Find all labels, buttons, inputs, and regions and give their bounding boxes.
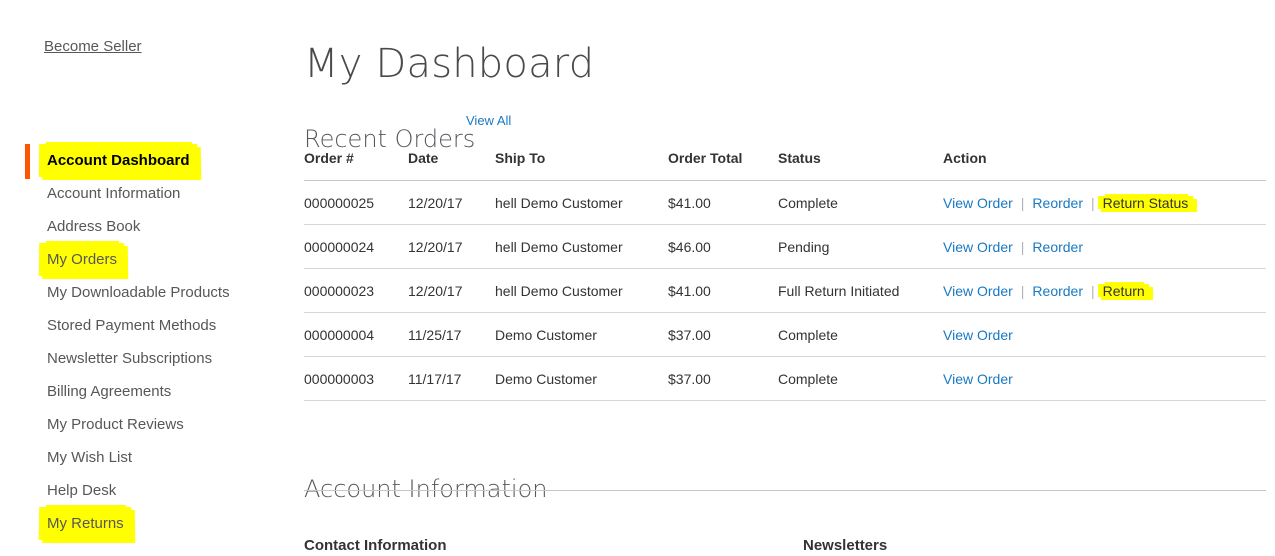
sidebar-item-newsletter-subscriptions[interactable]: Newsletter Subscriptions — [0, 341, 295, 374]
date-cell: 11/17/17 — [408, 356, 495, 401]
date-cell: 12/20/17 — [408, 180, 495, 225]
reorder-link[interactable]: Reorder — [1032, 195, 1083, 211]
sidebar-item-address-book[interactable]: Address Book — [0, 209, 295, 242]
sidebar-item-my-returns[interactable]: My Returns — [0, 505, 295, 543]
sidebar-item-my-downloadable-products[interactable]: My Downloadable Products — [0, 275, 295, 308]
order-total-cell: $46.00 — [668, 224, 778, 269]
action-separator: | — [1091, 282, 1095, 299]
order-total-cell: $37.00 — [668, 356, 778, 401]
sidebar-item-my-downloadable-products-label: My Downloadable Products — [47, 284, 230, 301]
column-header-action: Action — [943, 150, 1266, 181]
sidebar-item-stored-payment-methods[interactable]: Stored Payment Methods — [0, 308, 295, 341]
date-cell: 12/20/17 — [408, 224, 495, 269]
status-cell: Pending — [778, 224, 943, 269]
table-row: 000000004 11/25/17 Demo Customer $37.00 Comp… — [304, 312, 1266, 357]
sidebar-item-account-dashboard-label: Account Dashboard — [47, 152, 190, 169]
table-row: 000000023 12/20/17 hell Demo Customer $41.0… — [304, 268, 1266, 313]
become-seller-link[interactable]: Become Seller — [44, 37, 142, 57]
current-page-marker-bar — [25, 144, 30, 179]
highlight-sidebar-item-account-dashboard: Account Dashboard — [38, 142, 201, 180]
account-nav: Account Dashboard Account Information Addr… — [0, 142, 295, 543]
sidebar-item-billing-agreements[interactable]: Billing Agreements — [0, 374, 295, 407]
reorder-link[interactable]: Reorder — [1032, 283, 1083, 299]
action-cell: View Order | Reorder | Return Status — [943, 180, 1266, 225]
sidebar-item-account-dashboard[interactable]: Account Dashboard — [0, 142, 295, 180]
view-all-orders-link[interactable]: View All — [466, 112, 511, 130]
sidebar-item-account-information[interactable]: Account Information — [0, 176, 295, 209]
account-information-divider — [304, 490, 1266, 491]
view-order-link[interactable]: View Order — [943, 327, 1013, 343]
action-separator: | — [1020, 194, 1025, 211]
table-row: 000000003 11/17/17 Demo Customer $37.00 Comp… — [304, 356, 1266, 401]
sidebar-item-newsletter-subscriptions-label: Newsletter Subscriptions — [47, 350, 213, 367]
table-row: 000000025 12/20/17 hell Demo Customer $41.0… — [304, 180, 1266, 225]
highlight-return-link: Return — [1097, 281, 1153, 300]
status-cell: Complete — [778, 356, 943, 401]
order-number-cell: 000000004 — [304, 312, 408, 357]
sidebar-item-my-product-reviews[interactable]: My Product Reviews — [0, 407, 295, 440]
sidebar-item-my-wish-list[interactable]: My Wish List — [0, 440, 295, 473]
order-number-cell: 000000003 — [304, 356, 408, 401]
view-order-link[interactable]: View Order — [943, 239, 1013, 255]
sidebar-item-help-desk-label: Help Desk — [47, 482, 117, 499]
recent-orders-table: Order # Date Ship To Order Total Status … — [304, 150, 1266, 401]
order-number-cell: 000000023 — [304, 268, 408, 313]
reorder-link[interactable]: Reorder — [1032, 239, 1083, 255]
order-total-cell: $41.00 — [668, 180, 778, 225]
return-status-link-label[interactable]: Return Status — [1103, 195, 1189, 211]
sidebar-item-account-information-label: Account Information — [47, 185, 181, 202]
sidebar-item-billing-agreements-label: Billing Agreements — [47, 383, 172, 400]
status-cell: Complete — [778, 180, 943, 225]
page-title: My Dashboard — [304, 40, 595, 87]
highlight-sidebar-item-my-orders: My Orders — [38, 241, 129, 279]
sidebar-item-my-wish-list-label: My Wish List — [47, 449, 133, 466]
view-order-link[interactable]: View Order — [943, 195, 1013, 211]
sidebar-item-my-returns-label: My Returns — [47, 515, 124, 532]
contact-information-heading: Contact Information — [304, 537, 447, 554]
action-cell: View Order | Reorder — [943, 224, 1266, 269]
order-number-cell: 000000024 — [304, 224, 408, 269]
date-cell: 12/20/17 — [408, 268, 495, 313]
action-separator: | — [1091, 194, 1095, 211]
ship-to-cell: hell Demo Customer — [495, 180, 668, 225]
sidebar-item-my-orders-label: My Orders — [47, 251, 118, 268]
highlight-return-status-link: Return Status — [1097, 193, 1197, 212]
order-total-cell: $37.00 — [668, 312, 778, 357]
action-separator: | — [1020, 282, 1025, 299]
column-header-order: Order # — [304, 150, 408, 181]
order-number-cell: 000000025 — [304, 180, 408, 225]
highlight-sidebar-item-my-returns: My Returns — [38, 505, 135, 543]
main-content: My Dashboard Recent Orders View All Orde… — [303, 0, 1275, 554]
table-header-row: Order # Date Ship To Order Total Status … — [304, 150, 1266, 181]
action-cell: View Order — [943, 356, 1266, 401]
account-sidebar: Become Seller Account Dashboard Account I… — [0, 0, 295, 543]
ship-to-cell: hell Demo Customer — [495, 268, 668, 313]
status-cell: Complete — [778, 312, 943, 357]
ship-to-cell: hell Demo Customer — [495, 224, 668, 269]
sidebar-item-my-product-reviews-label: My Product Reviews — [47, 416, 184, 433]
sidebar-item-stored-payment-methods-label: Stored Payment Methods — [47, 317, 217, 334]
recent-orders-body: 000000025 12/20/17 hell Demo Customer $41.0… — [304, 180, 1266, 401]
action-cell: View Order | Reorder | Return — [943, 268, 1266, 313]
column-header-ship-to: Ship To — [495, 150, 668, 181]
newsletters-heading: Newsletters — [803, 537, 888, 554]
order-total-cell: $41.00 — [668, 268, 778, 313]
ship-to-cell: Demo Customer — [495, 312, 668, 357]
column-header-date: Date — [408, 150, 495, 181]
action-cell: View Order — [943, 312, 1266, 357]
column-header-status: Status — [778, 150, 943, 181]
account-information-heading: Account Information — [304, 474, 548, 503]
date-cell: 11/25/17 — [408, 312, 495, 357]
return-link-label[interactable]: Return — [1103, 283, 1145, 299]
sidebar-item-address-book-label: Address Book — [47, 218, 141, 235]
view-order-link[interactable]: View Order — [943, 371, 1013, 387]
action-separator: | — [1020, 238, 1025, 255]
column-header-order-total: Order Total — [668, 150, 778, 181]
status-cell: Full Return Initiated — [778, 268, 943, 313]
table-row: 000000024 12/20/17 hell Demo Customer $46.0… — [304, 224, 1266, 269]
ship-to-cell: Demo Customer — [495, 356, 668, 401]
sidebar-item-help-desk[interactable]: Help Desk — [0, 473, 295, 506]
sidebar-item-my-orders[interactable]: My Orders — [0, 241, 295, 279]
view-order-link[interactable]: View Order — [943, 283, 1013, 299]
